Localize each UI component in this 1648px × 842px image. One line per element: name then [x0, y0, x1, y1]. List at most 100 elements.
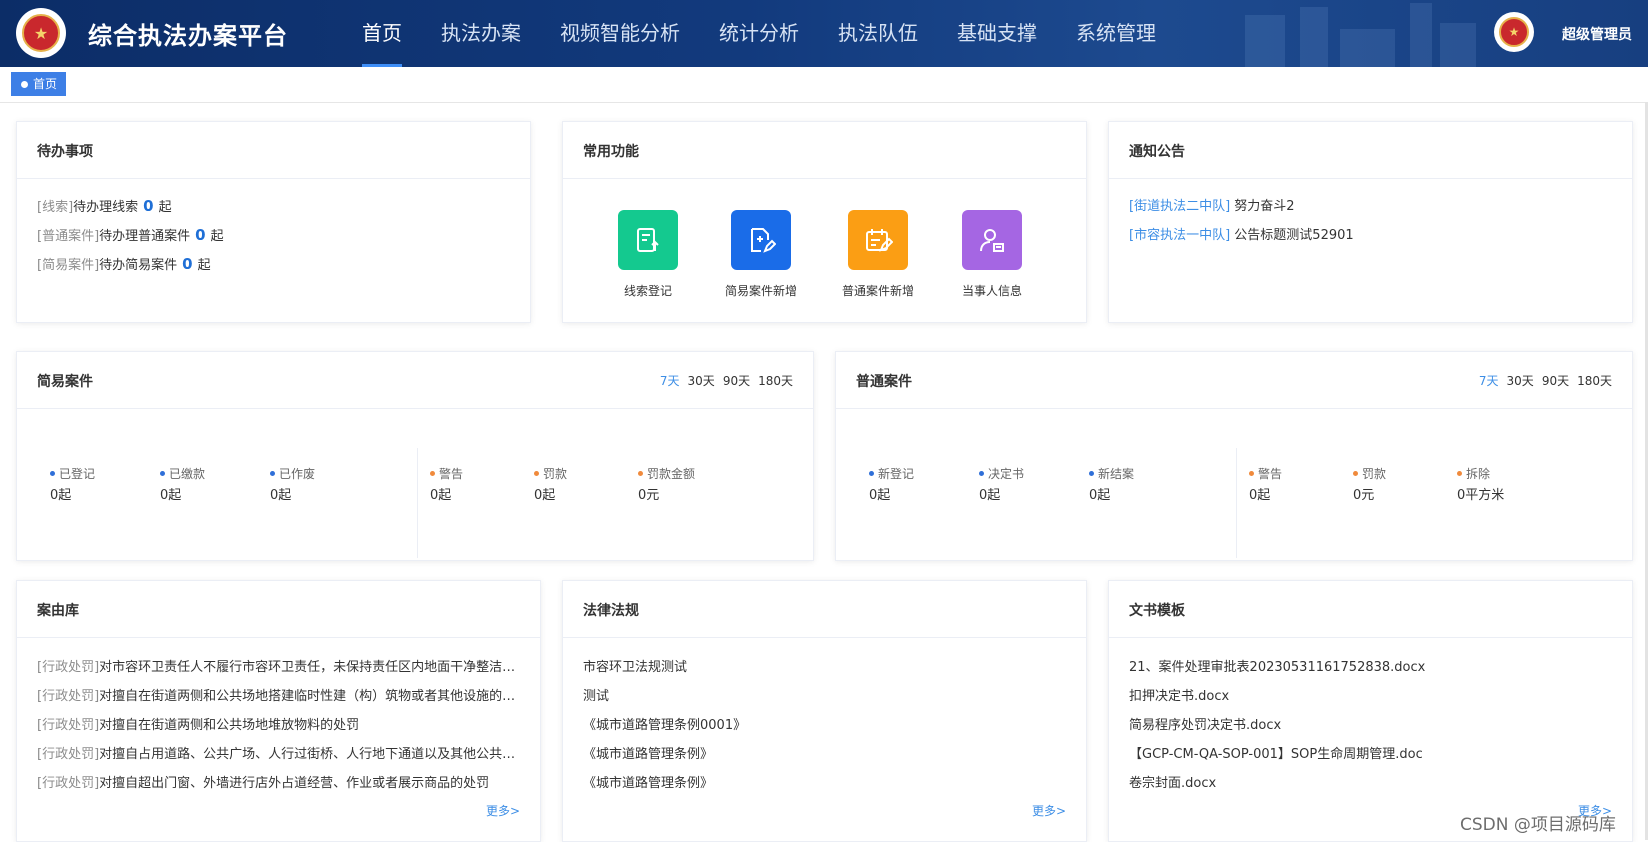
law-item[interactable]: 《城市道路管理条例》 [583, 769, 1068, 798]
period-option[interactable]: 30天 [688, 372, 715, 389]
card-header: 通知公告 [1109, 122, 1632, 179]
emblem-logo: ★ [16, 8, 66, 58]
law-item[interactable]: 《城市道路管理条例》 [583, 740, 1068, 769]
law-item[interactable]: 测试 [583, 682, 1068, 711]
case-library-item[interactable]: [行政处罚]对擅自占用道路、公共广场、人行过街桥、人行地下通道以及其他公共场所的… [37, 740, 522, 769]
stat-value: 0起 [1249, 488, 1271, 503]
nav-item[interactable]: 系统管理 [1076, 0, 1156, 67]
todo-text: 待办理线索 [73, 200, 139, 215]
law-item[interactable]: 《城市道路管理条例0001》 [583, 711, 1068, 740]
divider [417, 448, 418, 558]
function-tile[interactable]: 简易案件新增 [706, 210, 816, 299]
notice-source[interactable]: [市容执法一中队] [1129, 228, 1230, 243]
stat-label: 罚款金额 [638, 465, 695, 482]
todo-item[interactable]: [普通案件]待办理普通案件 0 起 [37, 221, 224, 250]
card-header: 普通案件 7天 30天 90天 180天 [836, 352, 1632, 409]
template-item[interactable]: 简易程序处罚决定书.docx [1129, 711, 1614, 740]
function-tile[interactable]: 线索登记 [593, 210, 703, 299]
divider [1236, 448, 1237, 558]
nav-item[interactable]: 执法队伍 [838, 0, 918, 67]
stat-item: 警告 0起 [430, 465, 463, 503]
period-option[interactable]: 7天 [1479, 372, 1499, 389]
todo-unit: 起 [158, 200, 172, 215]
period-option[interactable]: 90天 [723, 372, 750, 389]
stat-label: 已作废 [270, 465, 315, 482]
notice-item[interactable]: [街道执法二中队] 努力奋斗2 [1129, 192, 1354, 221]
stat-label: 已缴款 [160, 465, 205, 482]
template-item[interactable]: 扣押决定书.docx [1129, 682, 1614, 711]
period-option[interactable]: 30天 [1507, 372, 1534, 389]
case-text: 对擅自超出门窗、外墙进行店外占道经营、作业或者展示商品的处罚 [99, 776, 490, 791]
card-title: 通知公告 [1129, 144, 1185, 160]
stat-label-text: 警告 [1258, 467, 1283, 481]
template-item[interactable]: 卷宗封面.docx [1129, 769, 1614, 798]
nav-item[interactable]: 首页 [362, 0, 402, 67]
law-item[interactable]: 市容环卫法规测试 [583, 653, 1068, 682]
laws-card: 法律法规 市容环卫法规测试 测试 《城市道路管理条例0001》 《城市道路管理条例》《… [562, 580, 1087, 842]
tab-home[interactable]: 首页 [11, 72, 67, 96]
case-library-item[interactable]: [行政处罚]对擅自在街道两侧和公共场地搭建临时性建（构）筑物或者其他设施的处罚 [37, 682, 522, 711]
bullet-dot-icon [979, 471, 984, 476]
case-text: 对市容环卫责任人不履行市容环卫责任，未保持责任区内地面干净整洁的处罚 [99, 660, 522, 675]
function-tile[interactable]: 当事人信息 [937, 210, 1047, 299]
bullet-dot-icon [869, 471, 874, 476]
stat-label-text: 新结案 [1098, 467, 1135, 481]
todo-category: [普通案件] [37, 229, 100, 244]
stat-label: 已登记 [50, 465, 95, 482]
nav-item[interactable]: 基础支撑 [957, 0, 1037, 67]
period-option[interactable]: 7天 [660, 372, 680, 389]
stat-item: 罚款 0起 [534, 465, 567, 503]
stat-item: 已缴款 0起 [160, 465, 205, 503]
stat-value: 0起 [270, 488, 292, 503]
function-tile[interactable]: 普通案件新增 [823, 210, 933, 299]
todo-item[interactable]: [简易案件]待办简易案件 0 起 [37, 250, 224, 279]
notice-item[interactable]: [市容执法一中队] 公告标题测试52901 [1129, 221, 1354, 250]
period-switch: 7天 30天 90天 180天 [1471, 372, 1612, 389]
skyline-decoration [1440, 23, 1476, 67]
todo-unit: 起 [210, 229, 224, 244]
period-option[interactable]: 180天 [758, 372, 793, 389]
card-header: 简易案件 7天 30天 90天 180天 [17, 352, 813, 409]
case-category: [行政处罚] [37, 776, 100, 791]
card-title: 普通案件 [856, 374, 912, 390]
todo-category: [线索] [37, 200, 74, 215]
stat-value: 0起 [160, 488, 182, 503]
stat-label: 警告 [430, 465, 463, 482]
more-link[interactable]: 更多> [486, 802, 520, 819]
card-header: 待办事项 [17, 122, 530, 179]
template-item[interactable]: 【GCP-CM-QA-SOP-001】SOP生命周期管理.doc [1129, 740, 1614, 769]
stat-label-text: 拆除 [1466, 467, 1491, 481]
stat-value: 0起 [534, 488, 556, 503]
nav-item[interactable]: 视频智能分析 [560, 0, 680, 67]
avatar[interactable]: ★ [1494, 12, 1534, 52]
nav-item[interactable]: 统计分析 [719, 0, 799, 67]
todo-text: 待办理普通案件 [99, 229, 191, 244]
stat-label: 警告 [1249, 465, 1282, 482]
case-library-item[interactable]: [行政处罚]对擅自在街道两侧和公共场地堆放物料的处罚 [37, 711, 522, 740]
stat-item: 新结案 0起 [1089, 465, 1134, 503]
tab-label: 首页 [33, 77, 58, 91]
case-library-item[interactable]: [行政处罚]对市容环卫责任人不履行市容环卫责任，未保持责任区内地面干净整洁的处罚 [37, 653, 522, 682]
stat-label-text: 新登记 [878, 467, 915, 481]
todo-category: [简易案件] [37, 258, 100, 273]
user-name[interactable]: 超级管理员 [1562, 24, 1632, 44]
case-library-item[interactable]: [行政处罚]对擅自超出门窗、外墙进行店外占道经营、作业或者展示商品的处罚 [37, 769, 522, 798]
notice-source[interactable]: [街道执法二中队] [1129, 199, 1230, 214]
nav-item[interactable]: 执法办案 [441, 0, 521, 67]
card-title: 待办事项 [37, 144, 93, 160]
bullet-dot-icon [1353, 471, 1358, 476]
case-category: [行政处罚] [37, 718, 100, 733]
card-header: 法律法规 [563, 581, 1086, 638]
case-library-card: 案由库 [行政处罚]对市容环卫责任人不履行市容环卫责任，未保持责任区内地面干净整… [16, 580, 541, 842]
case-category: [行政处罚] [37, 747, 100, 762]
period-option[interactable]: 180天 [1577, 372, 1612, 389]
stat-item: 罚款 0元 [1353, 465, 1386, 503]
stat-value: 0元 [1353, 488, 1375, 503]
period-option[interactable]: 90天 [1542, 372, 1569, 389]
template-item[interactable]: 21、案件处理审批表20230531161752838.docx [1129, 653, 1614, 682]
stat-item: 罚款金额 0元 [638, 465, 695, 503]
stat-label: 拆除 [1457, 465, 1504, 482]
todo-item[interactable]: [线索]待办理线索 0 起 [37, 192, 224, 221]
emblem-icon: ★ [22, 14, 60, 52]
more-link[interactable]: 更多> [1032, 802, 1066, 819]
